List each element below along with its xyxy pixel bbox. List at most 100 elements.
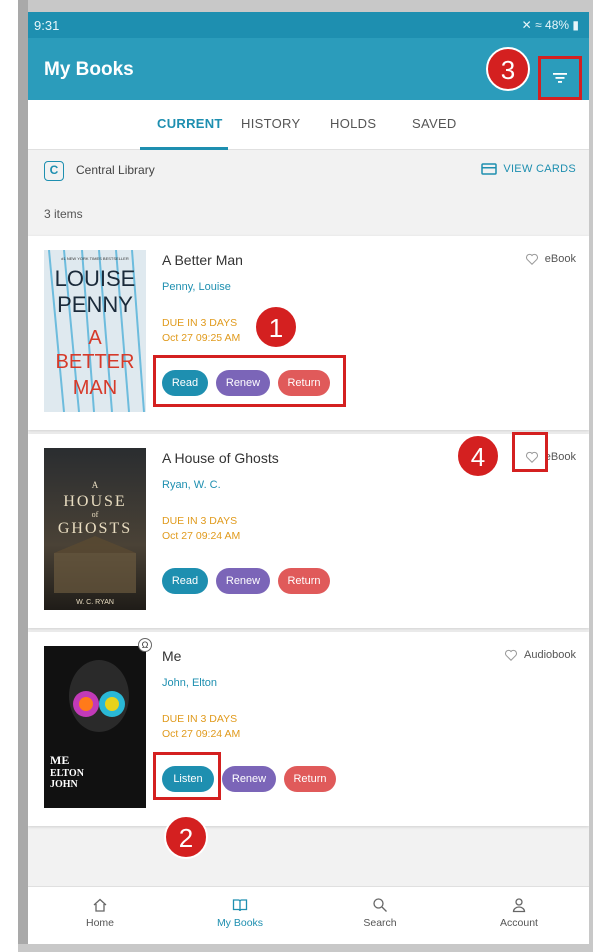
nav-label: My Books bbox=[216, 917, 264, 929]
cover-title-ghosts: GHOSTS bbox=[58, 520, 132, 537]
cover-title-a: A bbox=[88, 327, 102, 349]
book-title[interactable]: Me bbox=[162, 648, 181, 664]
due-info: DUE IN 3 DAYS Oct 27 09:24 AM bbox=[162, 712, 240, 742]
book-cover[interactable]: A HOUSE of GHOSTS W. C. RYAN bbox=[44, 448, 146, 610]
cover-title-man: MAN bbox=[73, 377, 117, 399]
filter-button[interactable] bbox=[538, 56, 582, 100]
book-author[interactable]: Ryan, W. C. bbox=[162, 479, 221, 491]
nav-my-books[interactable]: My Books bbox=[170, 887, 310, 944]
page-title: My Books bbox=[44, 59, 134, 80]
phone-screen: 9:31 ✕ ≈ 48% ▮ My Books CURRENT HISTORY bbox=[28, 12, 589, 944]
book-card[interactable]: ME ELTON JOHN Ω Me John, Elton DUE IN 3 … bbox=[28, 632, 589, 826]
due-label: DUE IN 3 DAYS bbox=[162, 317, 238, 329]
callout-badge: 4 bbox=[456, 434, 500, 478]
frame-border-right bbox=[589, 0, 593, 952]
frame-border-bottom bbox=[18, 944, 593, 952]
format-label: eBook bbox=[544, 451, 576, 463]
frame-border-left bbox=[18, 0, 28, 952]
highlight-box-heart bbox=[512, 432, 548, 472]
tab-saved[interactable]: SAVED bbox=[412, 116, 457, 131]
nav-account[interactable]: Account bbox=[449, 887, 589, 944]
account-icon bbox=[512, 898, 526, 913]
library-name[interactable]: Central Library bbox=[76, 163, 155, 177]
cover-author-first: ELTON bbox=[50, 768, 85, 779]
cover-title-of: of bbox=[92, 510, 99, 519]
cover-author: W. C. RYAN bbox=[76, 599, 114, 606]
nav-label: Home bbox=[85, 917, 114, 929]
book-title[interactable]: A Better Man bbox=[162, 252, 243, 268]
status-indicators: ✕ ≈ 48% ▮ bbox=[522, 18, 579, 32]
cover-title-a: A bbox=[92, 480, 99, 490]
library-logo-icon: C bbox=[44, 161, 64, 181]
tab-current[interactable]: CURRENT bbox=[157, 116, 223, 131]
action-buttons: Read Renew Return bbox=[162, 568, 330, 594]
cover-art-a-house-of-ghosts: A HOUSE of GHOSTS W. C. RYAN bbox=[44, 448, 146, 610]
frame-border-top bbox=[18, 0, 593, 12]
view-cards-link[interactable]: VIEW CARDS bbox=[481, 163, 576, 175]
heart-icon[interactable] bbox=[525, 252, 539, 266]
status-bar: 9:31 ✕ ≈ 48% ▮ bbox=[28, 12, 589, 38]
cover-author-last: PENNY bbox=[57, 292, 133, 317]
highlight-box-listen bbox=[153, 752, 221, 800]
book-cover[interactable]: ME ELTON JOHN bbox=[44, 646, 146, 808]
cover-author-first: LOUISE bbox=[55, 266, 136, 291]
nav-home[interactable]: Home bbox=[30, 887, 170, 944]
nav-label: Search bbox=[363, 917, 397, 929]
nav-search[interactable]: Search bbox=[310, 887, 450, 944]
cover-title-me: ME bbox=[50, 753, 69, 767]
tab-active-indicator bbox=[140, 147, 228, 150]
bottom-nav: Home My Books Search Account bbox=[28, 886, 589, 944]
cover-title-house: HOUSE bbox=[63, 493, 126, 510]
book-author[interactable]: John, Elton bbox=[162, 677, 217, 689]
cover-art-a-better-man: #1 NEW YORK TIMES BESTSELLER LOUISE PENN… bbox=[44, 250, 146, 412]
battery-level: 48% bbox=[545, 18, 570, 32]
due-date: Oct 27 09:24 AM bbox=[162, 728, 241, 740]
heart-icon[interactable] bbox=[504, 648, 518, 662]
home-icon bbox=[93, 898, 107, 912]
callout-badge: 1 bbox=[254, 305, 298, 349]
format-indicator: Audiobook bbox=[504, 648, 576, 662]
due-info: DUE IN 3 DAYS Oct 27 09:25 AM bbox=[162, 316, 240, 346]
callout-badge: 3 bbox=[486, 47, 530, 91]
nav-label: Account bbox=[500, 917, 538, 929]
return-button[interactable]: Return bbox=[284, 766, 336, 792]
search-icon bbox=[373, 898, 387, 912]
cover-art-me: ME ELTON JOHN bbox=[44, 646, 146, 808]
format-label: Audiobook bbox=[524, 649, 576, 661]
book-cover[interactable]: #1 NEW YORK TIMES BESTSELLER LOUISE PENN… bbox=[44, 250, 146, 412]
book-card[interactable]: A HOUSE of GHOSTS W. C. RYAN A House of … bbox=[28, 434, 589, 628]
due-label: DUE IN 3 DAYS bbox=[162, 515, 238, 527]
library-row: C Central Library VIEW CARDS bbox=[28, 151, 589, 191]
screenshot-canvas: 9:31 ✕ ≈ 48% ▮ My Books CURRENT HISTORY bbox=[0, 0, 593, 952]
due-info: DUE IN 3 DAYS Oct 27 09:24 AM bbox=[162, 514, 240, 544]
filter-icon bbox=[553, 73, 567, 83]
highlight-box-buttons bbox=[153, 355, 346, 407]
tab-bar: CURRENT HISTORY HOLDS SAVED bbox=[28, 100, 589, 150]
read-button[interactable]: Read bbox=[162, 568, 208, 594]
view-cards-label: VIEW CARDS bbox=[503, 163, 576, 175]
card-icon bbox=[481, 163, 498, 175]
cover-tagline: #1 NEW YORK TIMES BESTSELLER bbox=[61, 256, 129, 261]
due-date: Oct 27 09:25 AM bbox=[162, 332, 241, 344]
mute-icon: ✕ bbox=[521, 18, 532, 32]
tab-history[interactable]: HISTORY bbox=[241, 116, 300, 131]
format-indicator: eBook bbox=[525, 252, 576, 266]
items-count: 3 items bbox=[44, 207, 83, 221]
battery-icon: ▮ bbox=[572, 18, 579, 32]
book-icon bbox=[232, 899, 248, 912]
format-label: eBook bbox=[544, 253, 576, 265]
due-date: Oct 27 09:24 AM bbox=[162, 530, 241, 542]
headphones-icon: Ω bbox=[138, 638, 152, 652]
callout-badge: 2 bbox=[164, 815, 208, 859]
status-time: 9:31 bbox=[34, 18, 60, 33]
return-button[interactable]: Return bbox=[278, 568, 330, 594]
wifi-icon: ≈ bbox=[535, 18, 542, 32]
book-author[interactable]: Penny, Louise bbox=[162, 281, 231, 293]
cover-title-better: BETTER bbox=[56, 351, 135, 373]
renew-button[interactable]: Renew bbox=[216, 568, 270, 594]
tab-holds[interactable]: HOLDS bbox=[330, 116, 376, 131]
cover-author-last: JOHN bbox=[50, 779, 79, 790]
renew-button[interactable]: Renew bbox=[222, 766, 276, 792]
book-title[interactable]: A House of Ghosts bbox=[162, 450, 279, 466]
due-label: DUE IN 3 DAYS bbox=[162, 713, 238, 725]
